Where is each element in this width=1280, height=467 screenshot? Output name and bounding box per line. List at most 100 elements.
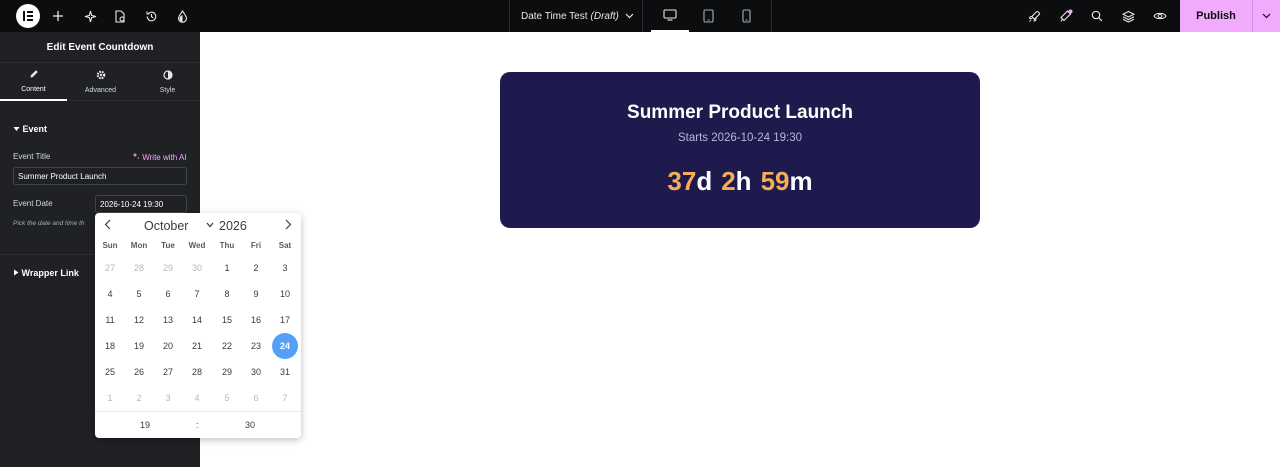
calendar-day[interactable]: 26: [125, 359, 153, 385]
calendar-day[interactable]: 16: [242, 307, 270, 333]
section-wrapper-link-header[interactable]: Wrapper Link: [13, 268, 79, 278]
mobile-icon[interactable]: [727, 0, 765, 32]
event-title: Summer Product Launch: [627, 102, 853, 123]
calendar-day[interactable]: 29: [154, 255, 182, 281]
calendar-week-row: 25 26 27 28 29 30 31: [95, 359, 301, 385]
calendar-day[interactable]: 2: [125, 385, 153, 411]
event-date-input[interactable]: 2026-10-24 19:30: [95, 195, 187, 213]
calendar-day[interactable]: 27: [154, 359, 182, 385]
publish-options-chevron-icon[interactable]: [1252, 0, 1280, 32]
write-with-ai-link[interactable]: Write with AI: [132, 152, 187, 162]
calendar-day[interactable]: 18: [96, 333, 124, 359]
countdown-days: 37: [667, 166, 697, 196]
calendar-day[interactable]: 2: [242, 255, 270, 281]
calendar-day[interactable]: 6: [154, 281, 182, 307]
minutes-unit: m: [789, 166, 813, 196]
calendar-week-row: 18 19 20 21 22 23 24: [95, 333, 301, 359]
preview-eye-icon[interactable]: [1150, 6, 1170, 26]
calendar-day[interactable]: 9: [242, 281, 270, 307]
calendar-week-row: 1 2 3 4 5 6 7: [95, 385, 301, 411]
notifications-icon[interactable]: [1056, 6, 1076, 26]
calendar-day[interactable]: 25: [96, 359, 124, 385]
calendar-day[interactable]: 15: [213, 307, 241, 333]
calendar-day[interactable]: 13: [154, 307, 182, 333]
calendar-day[interactable]: 21: [183, 333, 211, 359]
calendar-day[interactable]: 8: [213, 281, 241, 307]
calendar-day[interactable]: 19: [125, 333, 153, 359]
calendar-day[interactable]: 7: [183, 281, 211, 307]
history-icon[interactable]: [141, 6, 161, 26]
calendar-day[interactable]: 28: [183, 359, 211, 385]
add-icon[interactable]: [48, 6, 68, 26]
time-separator: :: [196, 420, 199, 430]
caret-right-icon: [13, 268, 22, 278]
calendar-day[interactable]: 31: [271, 359, 299, 385]
calendar-day[interactable]: 29: [213, 359, 241, 385]
calendar-day[interactable]: 17: [271, 307, 299, 333]
calendar-day[interactable]: 10: [271, 281, 299, 307]
elementor-logo-icon[interactable]: [16, 4, 40, 28]
calendar-day[interactable]: 30: [242, 359, 270, 385]
pencil-icon: [29, 69, 39, 82]
publish-button[interactable]: Publish: [1180, 0, 1252, 32]
page-settings-icon[interactable]: [110, 6, 130, 26]
countdown-hours: 2: [721, 166, 736, 196]
time-picker: 19 : 30: [95, 411, 301, 438]
month-chevron-down-icon[interactable]: [206, 221, 214, 230]
calendar-day[interactable]: 1: [213, 255, 241, 281]
calendar-day[interactable]: 4: [96, 281, 124, 307]
section-event-header[interactable]: Event: [13, 124, 47, 134]
desktop-icon[interactable]: [651, 0, 689, 32]
calendar-day[interactable]: 5: [125, 281, 153, 307]
calendar-day[interactable]: 7: [271, 385, 299, 411]
tab-advanced[interactable]: Advanced: [67, 63, 134, 101]
month-select[interactable]: October: [144, 219, 188, 233]
event-countdown-card[interactable]: Summer Product Launch Starts 2026-10-24 …: [500, 72, 980, 228]
section-event-label: Event: [22, 124, 48, 134]
next-month-arrow-icon[interactable]: [285, 219, 292, 233]
calendar-day[interactable]: 4: [183, 385, 211, 411]
tab-advanced-label: Advanced: [84, 87, 117, 94]
tab-content-label: Content: [21, 86, 46, 93]
calendar-day[interactable]: 14: [183, 307, 211, 333]
calendar-day[interactable]: 11: [96, 307, 124, 333]
top-bar: Date Time Test (Draft) Publish: [0, 0, 1280, 32]
search-icon[interactable]: [1087, 6, 1107, 26]
calendar-day[interactable]: 3: [154, 385, 182, 411]
calendar-week-row: 4 5 6 7 8 9 10: [95, 281, 301, 307]
chevron-down-icon: [625, 11, 634, 21]
tablet-icon[interactable]: [689, 0, 727, 32]
tab-style[interactable]: Style: [134, 63, 201, 101]
theme-style-icon[interactable]: [172, 6, 192, 26]
calendar-day[interactable]: 22: [213, 333, 241, 359]
ai-sparkle-icon: [132, 152, 142, 162]
calendar-day[interactable]: 30: [183, 255, 211, 281]
hour-input[interactable]: 19: [140, 420, 150, 430]
event-title-label: Event Title: [13, 152, 51, 161]
ai-sparkle-icon[interactable]: [80, 6, 100, 26]
calendar-day[interactable]: 23: [242, 333, 270, 359]
calendar-week-row: 27 28 29 30 1 2 3: [95, 255, 301, 281]
calendar-day[interactable]: 12: [125, 307, 153, 333]
year-input[interactable]: 2026: [219, 219, 247, 233]
calendar-day[interactable]: 20: [154, 333, 182, 359]
document-title-dropdown[interactable]: Date Time Test (Draft): [509, 0, 642, 32]
days-unit: d: [696, 166, 713, 196]
prev-month-arrow-icon[interactable]: [104, 219, 111, 233]
panel-tabs: Content Advanced Style: [0, 63, 200, 101]
event-title-input[interactable]: Summer Product Launch: [13, 167, 187, 185]
event-start-text: Starts 2026-10-24 19:30: [677, 132, 803, 144]
calendar-day[interactable]: 3: [271, 255, 299, 281]
tab-content[interactable]: Content: [0, 63, 67, 101]
rocket-icon[interactable]: [1024, 6, 1044, 26]
calendar-day[interactable]: 27: [96, 255, 124, 281]
minute-input[interactable]: 30: [245, 420, 255, 430]
calendar-day[interactable]: 28: [125, 255, 153, 281]
calendar-day-selected[interactable]: 24: [271, 333, 299, 359]
calendar-day[interactable]: 6: [242, 385, 270, 411]
calendar-day[interactable]: 1: [96, 385, 124, 411]
countdown-minutes: 59: [760, 166, 790, 196]
structure-layers-icon[interactable]: [1118, 6, 1138, 26]
calendar-day[interactable]: 5: [213, 385, 241, 411]
hours-unit: h: [735, 166, 752, 196]
